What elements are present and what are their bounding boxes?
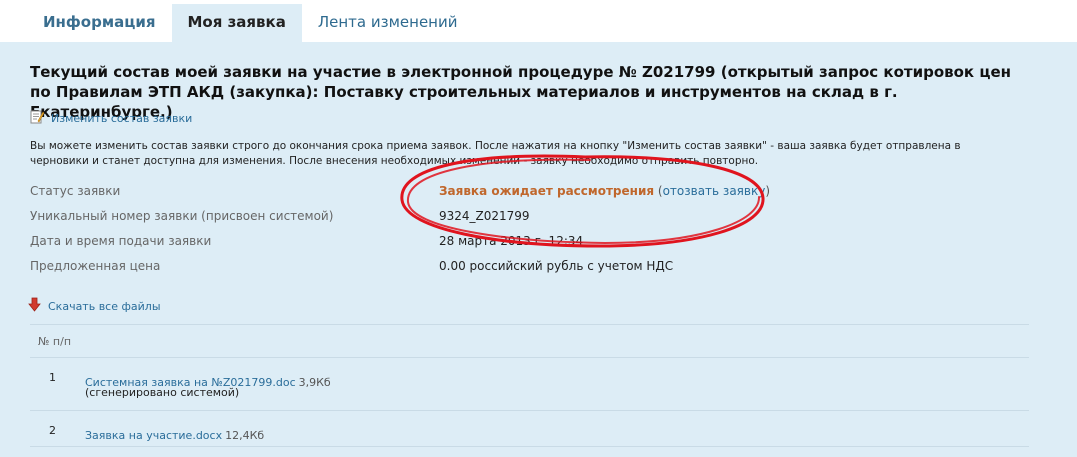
file-size: 3,9Кб bbox=[298, 376, 331, 389]
edit-application-label: Изменить состав заявки bbox=[51, 111, 193, 125]
edit-application-link[interactable]: Изменить состав заявки bbox=[30, 109, 192, 127]
file-note: (сгенерировано системой) bbox=[85, 386, 240, 399]
price-label: Предложенная цена bbox=[30, 259, 161, 273]
tab-bar: Информация Моя заявка Лента изменений bbox=[27, 4, 473, 42]
tab-my-application[interactable]: Моя заявка bbox=[171, 4, 302, 42]
number-label: Уникальный номер заявки (присвоен систем… bbox=[30, 209, 334, 223]
date-value: 28 марта 2013 г. 12:34 bbox=[439, 234, 584, 248]
tab-change-feed[interactable]: Лента изменений bbox=[302, 4, 474, 42]
column-header-number: № п/п bbox=[38, 335, 72, 348]
tab-information[interactable]: Информация bbox=[27, 4, 172, 42]
table-row: Заявка на участие.docx 12,4Кб bbox=[85, 424, 264, 443]
edit-document-icon bbox=[30, 109, 45, 127]
table-divider bbox=[30, 324, 1029, 325]
status-value-row: Заявка ожидает рассмотрения (отозвать за… bbox=[439, 184, 770, 198]
download-arrow-icon bbox=[28, 297, 41, 315]
file-link[interactable]: Заявка на участие.docx bbox=[85, 429, 222, 442]
file-size: 12,4Кб bbox=[225, 429, 265, 442]
table-divider bbox=[30, 410, 1029, 411]
status-paren-close: ) bbox=[765, 184, 770, 198]
status-value: Заявка ожидает рассмотрения bbox=[439, 184, 655, 198]
number-value: 9324_Z021799 bbox=[439, 209, 530, 223]
row-number: 1 bbox=[49, 371, 56, 384]
status-label: Статус заявки bbox=[30, 184, 121, 198]
application-panel: Текущий состав моей заявки на участие в … bbox=[0, 42, 1077, 457]
table-divider bbox=[30, 357, 1029, 358]
date-label: Дата и время подачи заявки bbox=[30, 234, 212, 248]
price-value: 0.00 российский рубль с учетом НДС bbox=[439, 259, 674, 273]
info-text: Вы можете изменить состав заявки строго … bbox=[30, 140, 961, 167]
withdraw-application-link[interactable]: отозвать заявку bbox=[663, 184, 766, 198]
table-divider bbox=[30, 446, 1029, 447]
download-all-files-label: Скачать все файлы bbox=[48, 299, 161, 313]
download-all-files-link[interactable]: Скачать все файлы bbox=[28, 297, 161, 315]
row-number: 2 bbox=[49, 424, 56, 437]
